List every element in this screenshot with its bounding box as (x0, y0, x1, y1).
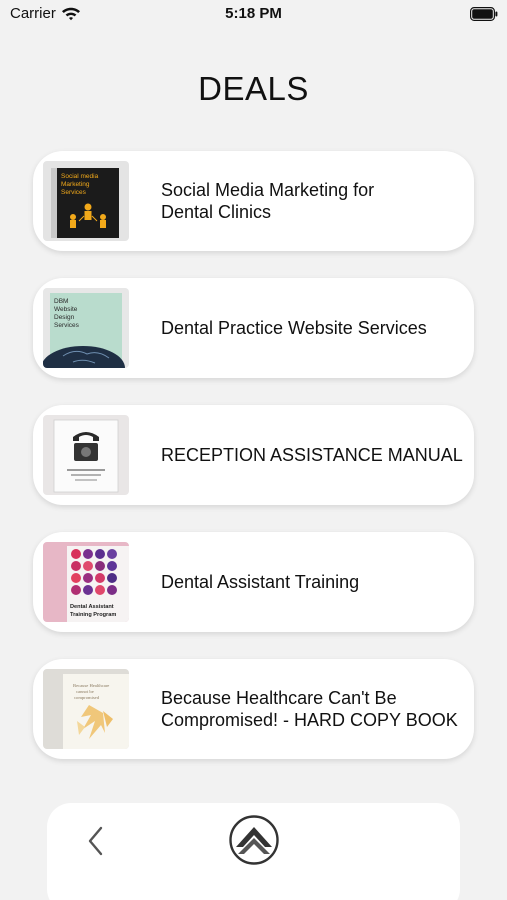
deal-card-assistant-training[interactable]: Dental Assistant Training Program Dental… (33, 532, 474, 632)
app-logo-icon (228, 814, 280, 866)
thumb-text-line-3: Services (61, 189, 87, 196)
deal-card-website-services[interactable]: DBM Website Design Services Dental Pract… (33, 278, 474, 378)
svg-text:compromised: compromised (74, 695, 100, 700)
deal-card-reception-manual[interactable]: RECEPTION ASSISTANCE MANUAL (33, 405, 474, 505)
svg-text:Training Program: Training Program (70, 612, 116, 618)
status-time: 5:18 PM (225, 5, 282, 22)
svg-text:cannot be: cannot be (76, 689, 94, 694)
page-title: DEALS (198, 70, 309, 107)
status-bar: Carrier 5:18 PM (0, 0, 507, 30)
deal-thumbnail (43, 415, 129, 495)
deal-title: Because Healthcare Can't Be Compromised!… (161, 688, 458, 730)
battery-icon (470, 7, 498, 26)
chevron-left-icon[interactable] (85, 825, 107, 857)
svg-text:DBM: DBM (54, 298, 68, 305)
bottom-navigation-bar (47, 803, 460, 900)
deal-thumbnail: Dental Assistant Training Program (43, 542, 129, 622)
svg-text:Dental Assistant: Dental Assistant (70, 604, 114, 610)
deal-thumbnail: Social media Marketing Services (43, 161, 129, 241)
deal-thumbnail: Because Healthcare cannot be compromised (43, 669, 129, 749)
svg-text:Website: Website (54, 306, 78, 313)
deal-card-hard-copy-book[interactable]: Because Healthcare cannot be compromised… (33, 659, 474, 759)
deal-title: RECEPTION ASSISTANCE MANUAL (161, 445, 463, 465)
thumb-text-line-2: Marketing (61, 181, 90, 188)
deal-title: Dental Practice Website Services (161, 318, 427, 338)
deal-title: Social Media Marketing for Dental Clinic… (161, 180, 375, 222)
svg-text:Services: Services (54, 322, 80, 329)
deal-thumbnail: DBM Website Design Services (43, 288, 129, 368)
thumb-text-line-1: Social media (61, 173, 99, 180)
deal-title: Dental Assistant Training (161, 572, 360, 592)
svg-text:Because Healthcare: Because Healthcare (73, 683, 109, 688)
deals-list: Social media Marketing Services Social M… (33, 151, 474, 786)
svg-text:Design: Design (54, 314, 75, 321)
deal-card-social-media[interactable]: Social media Marketing Services Social M… (33, 151, 474, 251)
